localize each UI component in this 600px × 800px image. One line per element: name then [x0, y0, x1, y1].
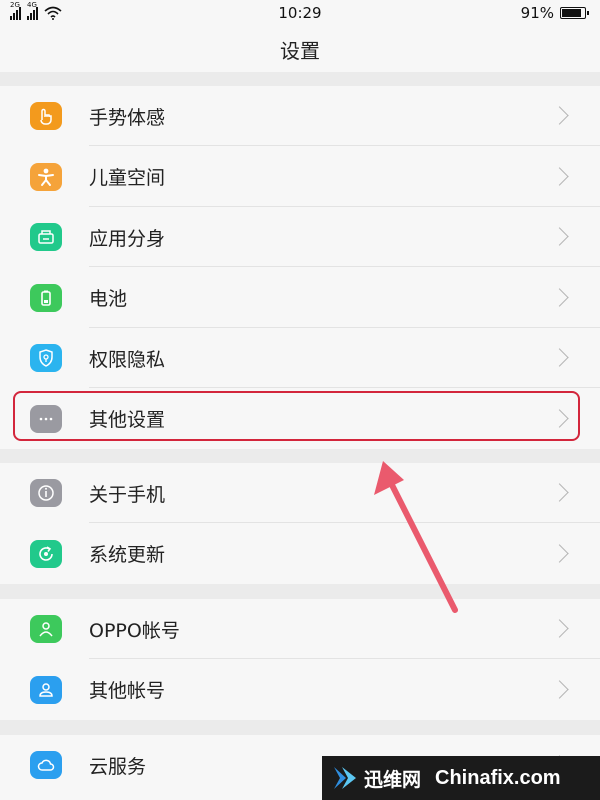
info-icon [30, 479, 62, 507]
chevron-right-icon [550, 483, 569, 502]
chevron-right-icon [550, 619, 569, 638]
chinafix-logo-icon [334, 767, 356, 789]
account-icon [30, 615, 62, 643]
cloud-icon [30, 751, 62, 779]
update-icon [30, 539, 62, 568]
settings-item[interactable]: 其他设置 [0, 388, 600, 449]
watermark-cn: 迅维网 [364, 768, 422, 791]
battery-icon [560, 7, 589, 19]
settings-item-label: 应用分身 [89, 227, 166, 250]
settings-item-label: 其他设置 [89, 409, 166, 431]
status-bar: 2G 4G 10:29 91% [0, 0, 600, 26]
group-gap [0, 583, 600, 599]
settings-item-label: 关于手机 [89, 483, 166, 506]
settings-item[interactable]: 应用分身 [0, 207, 600, 267]
settings-item[interactable]: 关于手机 [0, 463, 600, 523]
clock: 10:29 [278, 4, 322, 22]
settings-item-label: 云服务 [89, 755, 147, 778]
settings-item[interactable]: 系统更新 [0, 523, 600, 584]
more-dots-icon [30, 404, 62, 433]
app-clone-icon [30, 223, 62, 251]
settings-item[interactable]: OPPO帐号 [0, 599, 600, 659]
chevron-right-icon [550, 287, 569, 307]
settings-item[interactable]: 儿童空间 [0, 146, 600, 207]
watermark: 迅维网 Chinafix.com [322, 756, 600, 800]
page-title: 设置 [0, 26, 600, 73]
settings-item-label: 儿童空间 [89, 167, 166, 189]
chevron-right-icon [550, 679, 569, 699]
chevron-right-icon [550, 408, 569, 428]
child-figure-icon [30, 162, 62, 191]
settings-item-label: 系统更新 [89, 544, 166, 566]
settings-item[interactable]: 手势体感 [0, 86, 600, 146]
settings-item-label: 电池 [89, 288, 128, 310]
settings-item-label: OPPO帐号 [89, 619, 180, 642]
settings-item[interactable]: 其他帐号 [0, 659, 600, 720]
chevron-right-icon [550, 106, 569, 125]
group-gap [0, 719, 600, 735]
settings-item-label: 其他帐号 [89, 680, 166, 702]
settings-item[interactable]: 电池 [0, 267, 600, 328]
chevron-right-icon [550, 227, 569, 246]
group-gap [0, 72, 600, 86]
gesture-hand-icon [30, 102, 62, 130]
watermark-en: Chinafix.com [435, 766, 561, 789]
group-gap [0, 447, 600, 463]
other-account-icon [30, 675, 62, 704]
settings-item-label: 手势体感 [89, 106, 166, 129]
settings-item-label: 权限隐私 [89, 348, 166, 371]
settings-item[interactable]: 权限隐私 [0, 328, 600, 388]
chevron-right-icon [550, 166, 569, 186]
chevron-right-icon [550, 543, 569, 563]
shield-icon [30, 344, 62, 372]
battery-icon [30, 283, 62, 312]
chevron-right-icon [550, 348, 569, 367]
